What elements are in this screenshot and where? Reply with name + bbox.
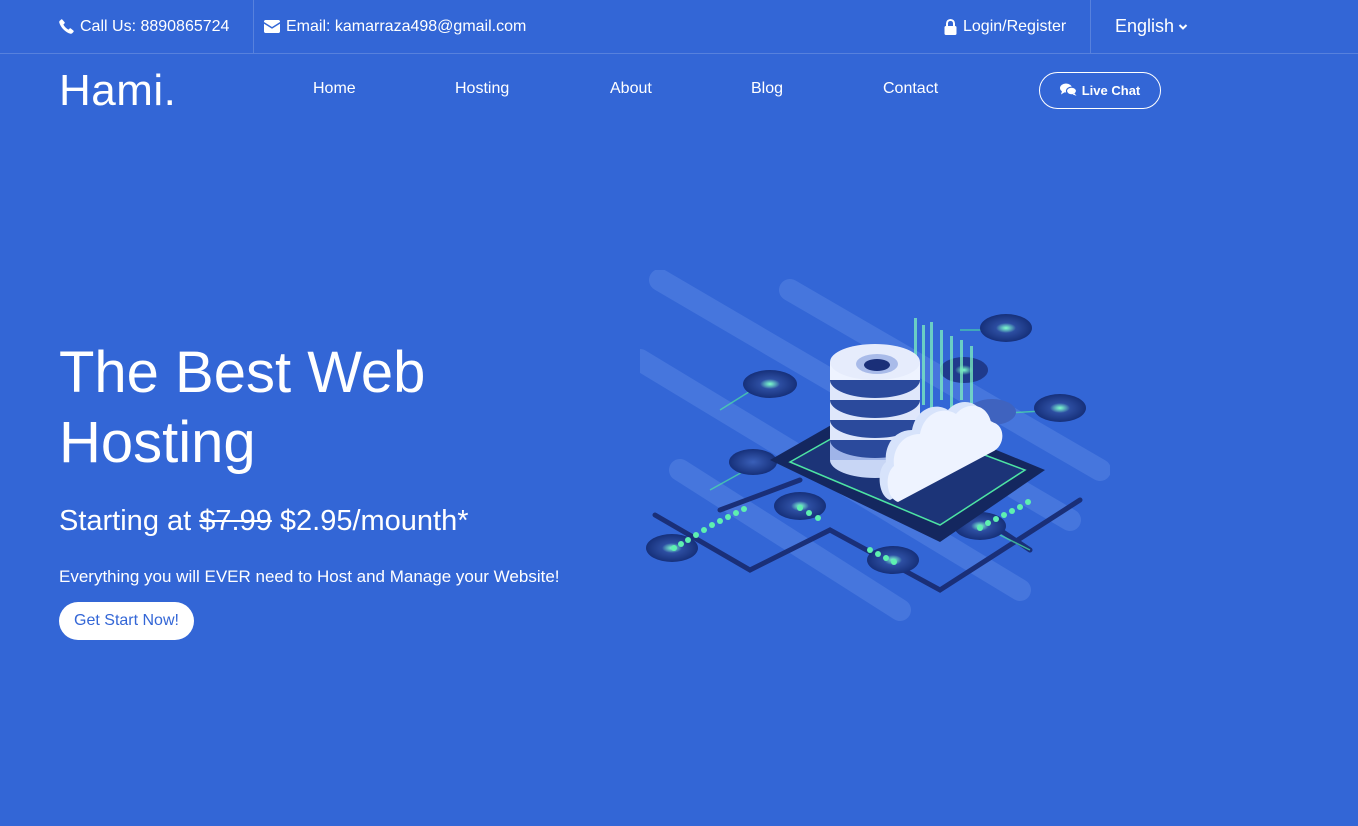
email-text: Email: kamarraza498@gmail.com bbox=[286, 17, 527, 35]
hero-price: Starting at $7.99 $2.95/mounth* bbox=[59, 505, 469, 538]
login-register-label: Login/Register bbox=[963, 17, 1067, 35]
hero-title: The Best Web Hosting bbox=[59, 340, 426, 475]
nav-hosting[interactable]: Hosting bbox=[455, 80, 509, 98]
chat-icon bbox=[1059, 83, 1077, 99]
language-select[interactable]: English bbox=[1115, 0, 1188, 53]
new-price: $2.95/mounth* bbox=[279, 505, 469, 537]
get-started-button[interactable]: Get Start Now! bbox=[59, 602, 194, 640]
nav-home[interactable]: Home bbox=[313, 80, 356, 98]
divider bbox=[1090, 0, 1091, 53]
chevron-down-icon bbox=[1178, 23, 1188, 31]
price-prefix: Starting at bbox=[59, 505, 192, 537]
server-cloud-illustration bbox=[629, 269, 1111, 640]
language-label: English bbox=[1115, 16, 1175, 36]
top-bar: Call Us: 8890865724 Email: kamarraza498@… bbox=[0, 0, 1358, 54]
call-us-text: Call Us: 8890865724 bbox=[80, 17, 230, 35]
login-register-link[interactable]: Login/Register bbox=[944, 0, 1066, 53]
live-chat-label: Live Chat bbox=[1081, 83, 1141, 98]
hero-subtitle: Everything you will EVER need to Host an… bbox=[59, 567, 560, 586]
nav-blog[interactable]: Blog bbox=[751, 80, 783, 98]
call-us[interactable]: Call Us: 8890865724 bbox=[59, 0, 229, 53]
phone-icon bbox=[59, 19, 74, 34]
nav-about[interactable]: About bbox=[610, 80, 652, 98]
site-logo[interactable]: Hami. bbox=[59, 66, 176, 116]
envelope-icon bbox=[264, 20, 280, 33]
email-contact[interactable]: Email: kamarraza498@gmail.com bbox=[264, 0, 526, 53]
nav-contact[interactable]: Contact bbox=[883, 80, 938, 98]
live-chat-button[interactable]: Live Chat bbox=[1039, 72, 1161, 109]
lock-icon bbox=[944, 18, 957, 35]
divider bbox=[253, 0, 254, 53]
old-price: $7.99 bbox=[199, 505, 272, 537]
